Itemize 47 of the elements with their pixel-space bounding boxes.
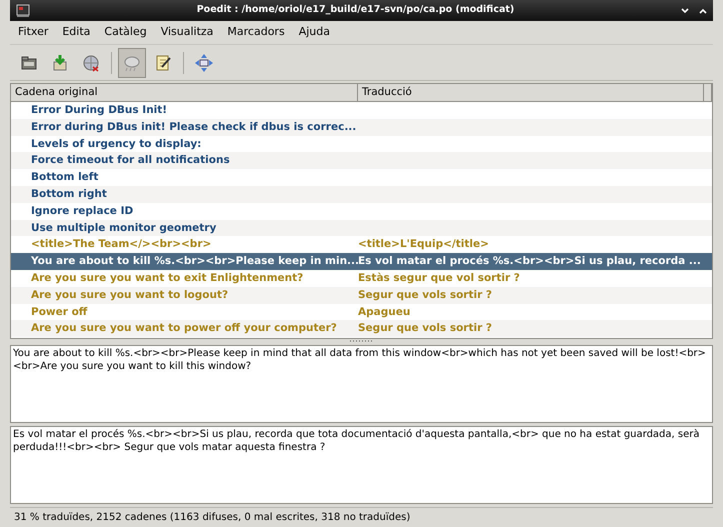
minimize-icon[interactable] [681, 8, 689, 14]
menu-item[interactable]: Edita [62, 24, 90, 41]
table-cell: Force timeout for all notifications [31, 154, 230, 166]
table-cell: Bottom right [31, 188, 107, 200]
table-cell: Are you sure you want to exit Enlightenment? [31, 272, 304, 284]
table-cell: Es vol matar el procés %s.<br><br>Si us plau, recorda ... [358, 255, 701, 268]
table-cell: Are you sure you want to logout? [31, 288, 228, 301]
table-cell: Bottom left [31, 171, 98, 184]
table-cell: Power off [31, 306, 88, 318]
table-cell: Error during DBus init! Please check if dbus is correc... [31, 120, 356, 133]
table-cell: Segur que vols sortir ? [358, 288, 492, 301]
column-header[interactable]: Cadena original [11, 84, 358, 101]
window-title: Poedit : /home/oriol/e17_build/e17-svn/po/ca.po (modificat) [196, 3, 516, 18]
move-arrows-icon [194, 52, 214, 72]
table-cell: You are about to kill %s.<br><br>Please keep in min... [31, 255, 358, 268]
table-row[interactable]: Use multiple monitor geometry [11, 220, 712, 236]
table-cell: Levels of urgency to display: [31, 138, 202, 150]
table-row[interactable]: Levels of urgency to display: [11, 136, 712, 152]
table-row[interactable]: Force timeout for all notifications [11, 152, 712, 170]
splitter-handle[interactable] [350, 339, 374, 343]
table-row[interactable]: Ignore replace ID [11, 202, 712, 220]
source-text: You are about to kill %s.<br><br>Please keep in mind that all data from this window<br>which has not yet been saved will be lost!<br><br>Are you sure you want to kill this window? [13, 348, 706, 372]
table-cell: Apagueu [358, 306, 410, 318]
table-cell: Ignore replace ID [31, 204, 134, 217]
menu-item[interactable]: Ajuda [298, 24, 330, 41]
maximize-icon[interactable] [699, 8, 707, 14]
globe-icon [81, 52, 101, 72]
column-header[interactable]: Traducció [358, 84, 704, 101]
translation-field[interactable]: Es vol matar el procés %s.<br><br>Si us plau, recorda que tota documentació d'aquesta pantalla,<br> que no ha estat guardada, serà perduda!!!<br><br> Segur que vols matar aquesta finestra ? [10, 426, 713, 504]
table-row[interactable]: Error during DBus init! Please check if dbus is correc... [11, 118, 712, 136]
table-row[interactable]: You are about to kill %s.<br><br>Please keep in min...Es vol matar el procés %s.<br><br>Si us plau, recorda ... [11, 253, 712, 270]
table-row[interactable]: Bottom left [11, 169, 712, 186]
table-cell: <title>L'Equip</title> [358, 238, 489, 250]
table-cell: Use multiple monitor geometry [31, 222, 216, 234]
app-icon [16, 4, 30, 18]
table-cell: Error During DBus Init! [31, 104, 168, 116]
menu-item[interactable]: Fitxer [18, 24, 48, 41]
table-cell: Segur que vols sortir ? [358, 322, 492, 334]
menu-item[interactable]: Visualitza [160, 24, 214, 41]
table-row[interactable]: Bottom right [11, 186, 712, 203]
menu-item[interactable]: Marcadors [227, 24, 285, 41]
menu-item[interactable]: Catàleg [104, 24, 147, 41]
table-cell: <title>The Team</><br><br> [31, 238, 212, 250]
status-bar: 31 % traduïdes, 2152 cadenes (1163 difuses, 0 mal escrites, 318 no traduïdes) [10, 507, 713, 527]
table-cell: Are you sure you want to power off your computer? [31, 322, 337, 334]
table-cell: Estàs segur que vol sortir ? [358, 272, 520, 284]
table-row[interactable]: Error During DBus Init! [11, 102, 712, 119]
